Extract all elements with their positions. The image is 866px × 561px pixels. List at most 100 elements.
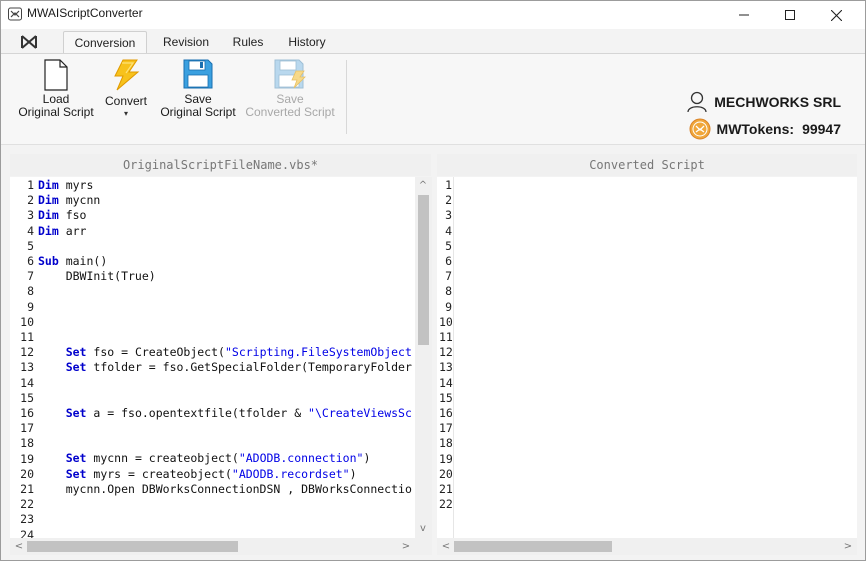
line-number: 22 [20,497,34,512]
ribbon-panel: Load Original Script Convert ▾ Save Orig… [1,53,865,145]
save-icon [183,59,213,89]
maximize-button[interactable] [767,1,813,29]
save-original-script-button[interactable]: Save Original Script [156,54,240,144]
maximize-icon [785,10,795,20]
scroll-down-arrow[interactable]: v [416,522,430,536]
right-gutter-spacer [437,177,452,538]
code-keyword: Sub [38,253,59,268]
code-keyword: Dim [38,193,59,208]
code-text: mycnn = createobject( [86,451,239,466]
code-string: "ADODB.recordset" [231,466,350,481]
save-original-label-line2: Original Script [160,105,236,119]
scroll-left-arrow[interactable]: < [12,540,26,554]
scroll-up-arrow[interactable]: ^ [416,179,430,193]
account-company-row: MECHWORKS SRL [686,91,841,113]
original-script-editor[interactable]: 1 2 3 4 5 6 7 8 9 10 11 12 13 14 15 16 17 18 19 20 21 22 23 24 … [10,177,432,555]
line-number: 11 [20,330,34,344]
scroll-right-arrow[interactable]: > [399,540,413,554]
left-vertical-scrollbar[interactable]: ^ v [415,177,432,538]
code-line: Set tfolder = fso.GetSpecialFolder(Tempo… [38,360,412,375]
right-horizontal-scroll-thumb[interactable] [454,541,612,552]
scroll-left-arrow-right-pane[interactable]: < [439,540,453,554]
close-icon [830,9,842,21]
code-text: tfolder = fso.GetSpecialFolder(Temporary… [86,360,412,375]
line-number: 14 [20,375,34,390]
line-number: 16 [20,406,34,420]
line-number: 19 [20,451,34,466]
line-number: 23 [20,512,34,527]
convert-button[interactable]: Convert ▾ [101,54,151,144]
mechworks-logo-icon [21,35,37,49]
line-number: 2 [27,193,34,208]
code-string: "\CreateViewsSc [308,405,412,420]
code-text: a = fso.opentextfile(tfolder & [86,405,309,420]
scroll-corner [415,538,432,555]
scroll-right-arrow-right-pane[interactable]: > [841,540,855,554]
company-name: MECHWORKS SRL [714,94,841,110]
line-number: 6 [27,254,34,268]
code-keyword: Dim [38,178,59,192]
code-text: arr [58,223,87,238]
code-string: "Scripting.FileSystemObject [224,345,412,360]
converted-script-editor[interactable]: 1 2 3 4 5 6 7 8 9 10 11 12 13 14 15 16 17 18 19 20 21 22 < > [437,177,857,555]
minimize-button[interactable] [721,1,767,29]
left-line-number-gutter: 1 2 3 4 5 6 7 8 9 10 11 12 13 14 15 16 17 18 19 20 21 22 23 24 [10,177,34,555]
code-keyword: Set [65,345,87,360]
code-line: Dim fso [38,208,412,223]
code-line: Set mycnn = createobject("ADODB.connecti… [38,451,412,466]
original-script-code[interactable]: Dim myrs Dim mycnn Dim fso Dim arr Sub main(… [38,178,412,543]
tab-revision[interactable]: Revision [153,31,219,53]
left-vertical-scroll-thumb[interactable] [418,195,429,345]
tab-history[interactable]: History [279,31,335,53]
close-button[interactable] [813,1,859,29]
code-line: Set myrs = createobject("ADODB.recordset… [38,467,412,482]
left-horizontal-scrollbar[interactable]: < > [10,538,415,555]
code-line: Dim myrs [38,178,412,193]
line-number: 17 [20,421,34,436]
code-text: myrs [58,178,94,192]
app-menu-button[interactable] [7,31,51,53]
code-keyword: Set [65,451,87,466]
code-keyword: Set [65,360,87,375]
code-line: DBWInit(True) [38,269,412,284]
code-text: ) [363,451,371,466]
save-lightning-icon [274,59,306,89]
ribbon-group-separator [346,60,347,134]
code-text: myrs = createobject( [86,466,232,481]
line-number: 13 [20,360,34,375]
code-text: main() [58,253,108,268]
line-number: 15 [20,390,34,405]
code-line: Set a = fso.opentextfile(tfolder & "\Cre… [38,406,412,421]
code-text: fso [58,208,87,223]
code-keyword: Set [65,466,87,481]
convert-label: Convert [104,94,148,108]
line-number: 5 [27,238,34,253]
code-keyword: Dim [38,208,59,223]
tab-rules[interactable]: Rules [227,31,269,53]
load-original-script-button[interactable]: Load Original Script [11,54,101,144]
right-horizontal-scrollbar[interactable]: < > [437,538,857,555]
line-number: 3 [27,208,34,223]
title-bar: MWAIScriptConverter [1,1,865,29]
tab-conversion[interactable]: Conversion [63,31,147,54]
line-number: 20 [20,466,34,481]
left-horizontal-scroll-thumb[interactable] [27,541,238,552]
save-converted-script-button[interactable]: Save Converted Script [242,54,338,144]
tokens-row: MWTokens: 99947 [689,118,841,140]
convert-dropdown-caret: ▾ [123,109,128,118]
right-gutter-divider [453,177,454,538]
